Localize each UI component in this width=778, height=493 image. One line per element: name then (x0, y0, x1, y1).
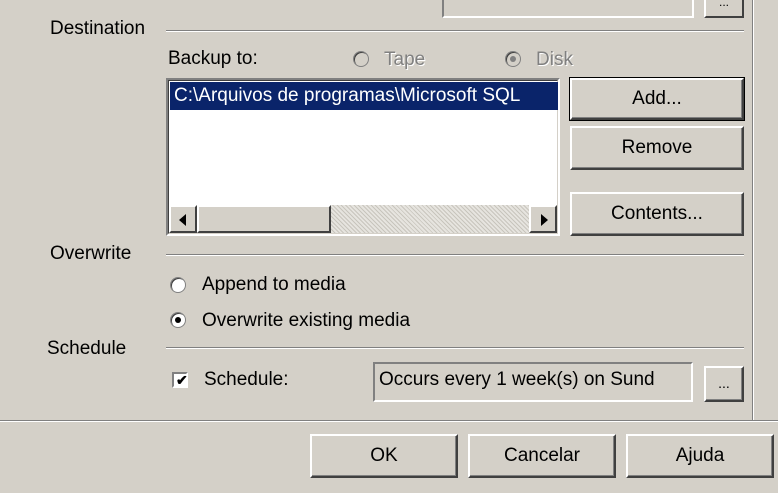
overwrite-label: Overwrite existing media (202, 310, 411, 331)
contents-button[interactable]: Contents... (570, 192, 744, 236)
horizontal-scrollbar[interactable] (169, 205, 557, 233)
scroll-right-button[interactable] (529, 205, 557, 233)
disk-label: Disk (536, 49, 573, 70)
top-browse-button[interactable]: ... (704, 0, 744, 18)
arrow-right-icon (541, 214, 548, 226)
add-button[interactable]: Add... (569, 77, 745, 121)
schedule-browse-button[interactable]: ... (704, 366, 744, 402)
append-label: Append to media (202, 274, 346, 295)
schedule-separator (166, 347, 744, 349)
overwrite-radio[interactable] (170, 312, 186, 328)
ok-button[interactable]: OK (310, 434, 458, 478)
remove-button[interactable]: Remove (570, 126, 744, 170)
top-text-field[interactable] (442, 0, 694, 18)
checkmark-icon: ✔ (176, 372, 188, 388)
cancel-button[interactable]: Cancelar (468, 434, 616, 478)
scroll-left-button[interactable] (169, 205, 197, 233)
overwrite-heading: Overwrite (50, 243, 132, 264)
backup-destination-listbox[interactable]: C:\Arquivos de programas\Microsoft SQL (166, 78, 560, 236)
scroll-thumb[interactable] (197, 205, 331, 233)
schedule-checkbox[interactable]: ✔ (172, 372, 188, 388)
panel-border-bottom (0, 420, 778, 422)
disk-radio[interactable] (505, 51, 521, 67)
schedule-checkbox-label: Schedule: (204, 369, 289, 390)
tape-radio[interactable] (353, 51, 369, 67)
destination-heading: Destination (50, 18, 146, 39)
backup-to-label: Backup to: (168, 48, 258, 69)
overwrite-separator (166, 254, 744, 256)
schedule-heading: Schedule (47, 338, 127, 359)
tape-label: Tape (384, 49, 426, 70)
arrow-left-icon (179, 214, 186, 226)
panel-border-right (752, 0, 754, 421)
append-radio[interactable] (170, 277, 186, 293)
destination-separator (166, 30, 744, 32)
schedule-field: Occurs every 1 week(s) on Sund (373, 362, 693, 402)
list-item[interactable]: C:\Arquivos de programas\Microsoft SQL (170, 82, 558, 110)
help-button[interactable]: Ajuda (626, 434, 774, 478)
